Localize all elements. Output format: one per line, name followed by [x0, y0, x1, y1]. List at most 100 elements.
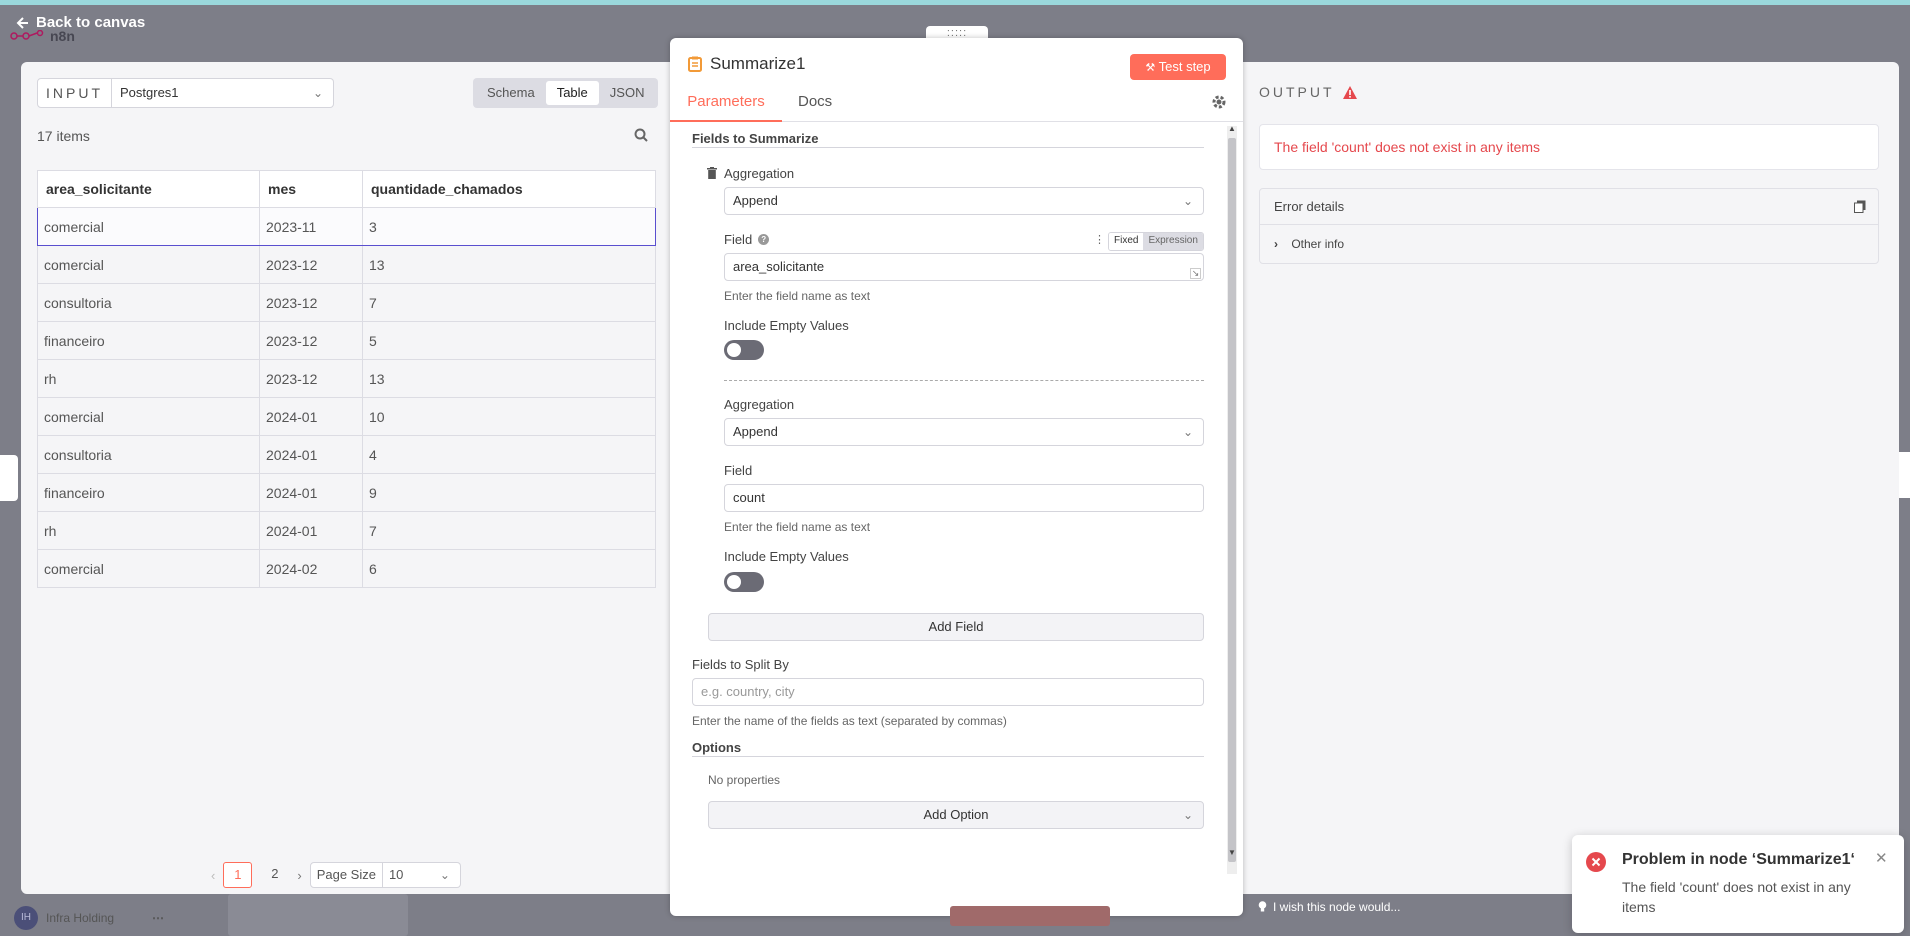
page-size-value: 10 — [388, 867, 404, 882]
trash-icon[interactable] — [707, 167, 717, 179]
table-row[interactable]: rh 2023-12 13 — [37, 359, 656, 398]
table-cell: 2023-12 — [259, 321, 363, 360]
logo: n8n — [10, 28, 75, 44]
canvas-toolbar — [228, 894, 408, 936]
input-node-select[interactable]: Postgres1 ⌄ — [112, 78, 334, 108]
table-row[interactable]: comercial 2023-12 13 — [37, 245, 656, 284]
tab-parameters[interactable]: Parameters — [670, 90, 782, 122]
other-info-toggle[interactable]: › Other info — [1260, 225, 1878, 263]
input-panel: INPUT Postgres1 ⌄ Schema Table JSON 17 i… — [21, 62, 675, 894]
table-cell: 9 — [362, 473, 656, 512]
field-mode-toggle: Fixed Expression — [1108, 232, 1204, 251]
table-cell: comercial — [37, 245, 260, 284]
aggregation-select[interactable]: Append ⌄ — [724, 187, 1204, 215]
view-switcher: Schema Table JSON — [473, 78, 659, 108]
include-empty-toggle[interactable] — [724, 340, 764, 360]
table-cell: 2024-01 — [259, 473, 363, 512]
n8n-logo-icon — [10, 30, 44, 40]
pagination: ‹ 1 2 › Page Size 10 ⌄ — [211, 862, 461, 888]
table-row[interactable]: rh 2024-01 7 — [37, 511, 656, 550]
table-cell: comercial — [37, 397, 260, 436]
mode-fixed-button[interactable]: Fixed — [1109, 233, 1144, 250]
input-node-value: Postgres1 — [120, 85, 179, 100]
field-input[interactable]: count — [724, 484, 1204, 512]
options-label: Options — [692, 740, 742, 755]
aggregation-label: Aggregation — [724, 397, 795, 412]
chevron-down-icon: ⌄ — [1182, 425, 1193, 439]
column-header[interactable]: area_solicitante — [37, 170, 260, 208]
page-1-button[interactable]: 1 — [223, 862, 253, 888]
field-hint: Enter the field name as text — [724, 520, 871, 534]
search-icon[interactable] — [634, 128, 648, 147]
table-cell: 2024-01 — [259, 511, 363, 550]
scrollbar-thumb[interactable] — [1228, 138, 1236, 862]
node-parameters-panel: Summarize1 ⚒ Test step Parameters Docs ▲… — [670, 38, 1243, 916]
more-options-icon[interactable]: ⋮ — [1094, 233, 1105, 246]
column-header[interactable]: mes — [259, 170, 363, 208]
output-header: OUTPUT — [1259, 84, 1357, 100]
chevron-left-icon[interactable]: ‹ — [211, 868, 215, 883]
canvas-execute-bar — [950, 906, 1110, 926]
expand-icon[interactable]: ↘ — [1190, 268, 1201, 279]
chevron-right-icon[interactable]: › — [297, 868, 301, 883]
error-details-label: Error details — [1274, 199, 1345, 214]
split-by-input[interactable]: e.g. country, city — [692, 678, 1204, 706]
mode-expression-button[interactable]: Expression — [1143, 233, 1203, 250]
table-row[interactable]: financeiro 2024-01 9 — [37, 473, 656, 512]
error-details-header: Error details — [1260, 189, 1878, 225]
scroll-up-icon[interactable]: ▲ — [1227, 124, 1237, 133]
table-row[interactable]: consultoria 2024-01 4 — [37, 435, 656, 474]
clipboard-icon — [688, 56, 702, 72]
table-cell: comercial — [37, 207, 260, 246]
tab-docs[interactable]: Docs — [798, 90, 832, 122]
aggregation-label: Aggregation — [724, 166, 795, 181]
error-details: Error details › Other info — [1259, 188, 1879, 264]
help-icon[interactable]: ? — [758, 234, 770, 245]
page-2-button[interactable]: 2 — [260, 862, 289, 888]
table-cell: 2024-01 — [259, 435, 363, 474]
table-cell: 2023-11 — [259, 207, 363, 246]
input-selector: INPUT Postgres1 ⌄ — [37, 78, 334, 108]
add-option-select[interactable]: Add Option ⌄ — [708, 801, 1204, 829]
fields-to-summarize-label: Fields to Summarize — [692, 131, 819, 146]
copy-icon[interactable] — [1854, 200, 1866, 213]
column-header[interactable]: quantidade_chamados — [362, 170, 656, 208]
aggregation-value: Append — [733, 193, 778, 208]
table-cell: rh — [37, 511, 260, 550]
table-cell: 2023-12 — [259, 245, 363, 284]
scroll-down-icon[interactable]: ▼ — [1227, 848, 1237, 857]
table-row[interactable]: comercial 2024-01 10 — [37, 397, 656, 436]
user-menu[interactable]: IH Infra Holding ⋯ — [14, 906, 164, 930]
table-row[interactable]: consultoria 2023-12 7 — [37, 283, 656, 322]
node-title-text[interactable]: Summarize1 — [710, 54, 805, 74]
item-count: 17 items — [37, 128, 90, 144]
table-cell: consultoria — [37, 435, 260, 474]
toast-message: The field 'count' does not exist in any … — [1622, 879, 1851, 915]
include-empty-toggle[interactable] — [724, 572, 764, 592]
view-table-button[interactable]: Table — [545, 81, 599, 105]
test-step-button[interactable]: ⚒ Test step — [1130, 54, 1226, 80]
view-json-button[interactable]: JSON — [599, 81, 656, 105]
chevron-down-icon: ⌄ — [439, 868, 450, 882]
aggregation-select[interactable]: Append ⌄ — [724, 418, 1204, 446]
output-panel: OUTPUT The field 'count' does not exist … — [1239, 62, 1899, 894]
logo-text: n8n — [50, 28, 75, 44]
view-schema-button[interactable]: Schema — [476, 81, 546, 105]
page-size-select[interactable]: 10 ⌄ — [382, 862, 461, 888]
table-cell: comercial — [37, 549, 260, 588]
close-icon[interactable]: ✕ — [1875, 849, 1888, 867]
add-field-button[interactable]: Add Field — [708, 613, 1204, 641]
more-horizontal-icon[interactable]: ⋯ — [152, 911, 164, 925]
table-cell: 2023-12 — [259, 359, 363, 398]
table-row[interactable]: comercial 2024-02 6 — [37, 549, 656, 588]
chevron-right-icon: › — [1274, 237, 1278, 251]
warning-triangle-icon — [1342, 85, 1357, 99]
field-input[interactable]: area_solicitante ↘ — [724, 253, 1204, 281]
gear-icon[interactable] — [1211, 94, 1227, 115]
table-row[interactable]: financeiro 2023-12 5 — [37, 321, 656, 360]
table-row[interactable]: comercial 2023-11 3 — [37, 207, 656, 246]
include-empty-label: Include Empty Values — [724, 549, 849, 564]
feedback-link[interactable]: I wish this node would... — [1258, 900, 1400, 914]
error-message: The field 'count' does not exist in any … — [1259, 124, 1879, 170]
field-value: area_solicitante — [733, 259, 825, 274]
